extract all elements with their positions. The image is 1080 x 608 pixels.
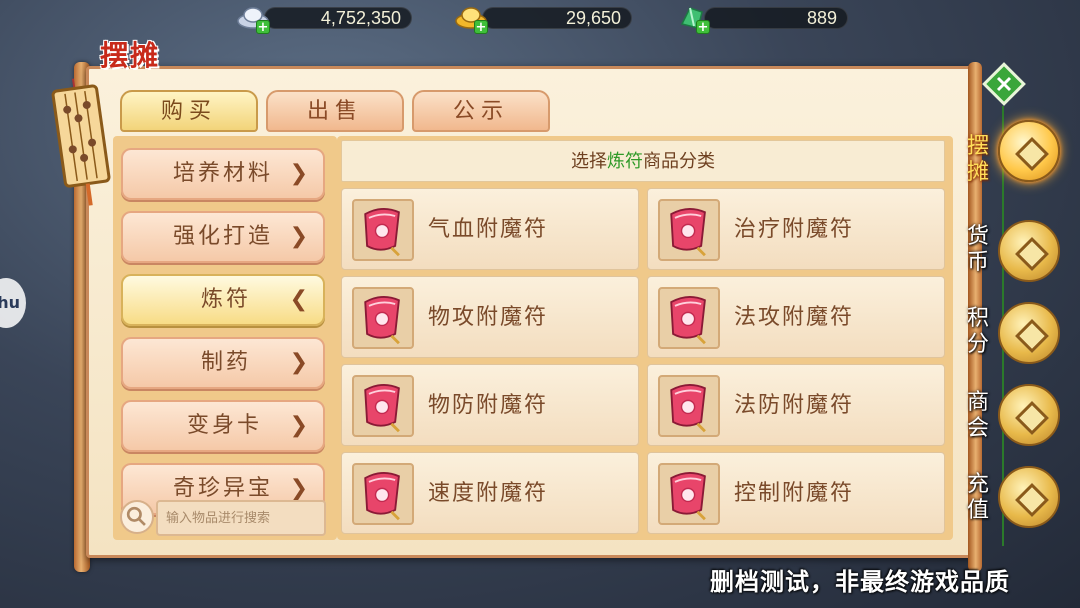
talisman-scroll-icon [658, 287, 720, 349]
add-jade-button[interactable]: + [696, 20, 710, 34]
category-medicine[interactable]: 制药 ❯ [121, 337, 325, 389]
item-name: 治疗附魔符 [734, 217, 855, 242]
talisman-scroll-icon [658, 463, 720, 525]
category-header: 选择炼符商品分类 [341, 140, 945, 182]
nav-recharge-coin-icon[interactable] [998, 466, 1060, 528]
talisman-item-card[interactable]: 气血附魔符 [341, 188, 639, 270]
talisman-scroll-icon [352, 199, 414, 261]
chevron-left-icon: ❮ [289, 287, 311, 312]
item-name: 控制附魔符 [734, 481, 855, 506]
jade-amount: 889 [704, 7, 848, 29]
category-talisman[interactable]: 炼符 ❮ [121, 274, 325, 326]
jade-currency: + 889 [676, 4, 848, 34]
item-name: 气血附魔符 [428, 217, 549, 242]
close-icon[interactable] [982, 62, 1026, 106]
category-label: 变身卡 [187, 413, 263, 438]
talisman-scroll-icon [658, 199, 720, 261]
category-cultivation-materials[interactable]: 培养材料 ❯ [121, 148, 325, 200]
talisman-item-card[interactable]: 法攻附魔符 [647, 276, 945, 358]
category-enhance-forge[interactable]: 强化打造 ❯ [121, 211, 325, 263]
talisman-item-card[interactable]: 物攻附魔符 [341, 276, 639, 358]
chevron-right-icon: ❯ [289, 350, 311, 375]
talisman-scroll-icon [352, 287, 414, 349]
add-silver-button[interactable]: + [256, 20, 270, 34]
tab-buy[interactable]: 购买 [120, 90, 258, 132]
category-label: 强化打造 [173, 224, 274, 249]
chevron-right-icon: ❯ [289, 224, 311, 249]
item-name: 速度附魔符 [428, 481, 549, 506]
gold-amount: 29,650 [482, 7, 632, 29]
search-bar [118, 498, 330, 536]
nav-recharge-label[interactable]: 充值 [960, 472, 996, 524]
nav-stall-coin-icon[interactable] [998, 120, 1060, 182]
test-disclaimer: 删档测试，非最终游戏品质 [710, 568, 1010, 596]
talisman-scroll-icon [352, 375, 414, 437]
chevron-right-icon: ❯ [289, 161, 311, 186]
category-label: 炼符 [201, 287, 252, 312]
tab-public[interactable]: 公示 [412, 90, 550, 132]
tab-sell[interactable]: 出售 [266, 90, 404, 132]
add-gold-button[interactable]: + [474, 20, 488, 34]
talisman-item-card[interactable]: 治疗附魔符 [647, 188, 945, 270]
talisman-item-card[interactable]: 物防附魔符 [341, 364, 639, 446]
search-input[interactable] [156, 500, 326, 536]
gold-currency: + 29,650 [454, 4, 632, 34]
nav-currency-coin-icon[interactable] [998, 220, 1060, 282]
silver-currency: + 4,752,350 [236, 4, 412, 34]
nav-guild-coin-icon[interactable] [998, 384, 1060, 446]
talisman-scroll-icon [352, 463, 414, 525]
nav-guild-label[interactable]: 商会 [960, 390, 996, 442]
talisman-item-card[interactable]: 法防附魔符 [647, 364, 945, 446]
floating-assistant-bubble[interactable]: hu [0, 278, 26, 328]
nav-points-label[interactable]: 积分 [960, 306, 996, 358]
silver-amount: 4,752,350 [264, 7, 412, 29]
category-label: 制药 [201, 350, 252, 375]
item-name: 物防附魔符 [428, 393, 549, 418]
talisman-item-card[interactable]: 速度附魔符 [341, 452, 639, 534]
category-transform-card[interactable]: 变身卡 ❯ [121, 400, 325, 452]
nav-currency-label[interactable]: 货币 [960, 224, 996, 276]
nav-points-coin-icon[interactable] [998, 302, 1060, 364]
stall-title: 摆摊 [100, 39, 161, 72]
search-icon[interactable] [120, 500, 154, 534]
item-name: 物攻附魔符 [428, 305, 549, 330]
category-list[interactable]: 培养材料 ❯ 强化打造 ❯ 炼符 ❮ 制药 ❯ 变身卡 ❯ 奇珍异宝 ❯ [113, 136, 337, 540]
header-highlight: 炼符 [607, 151, 643, 172]
category-label: 培养材料 [173, 161, 274, 186]
item-name: 法防附魔符 [734, 393, 855, 418]
talisman-item-card[interactable]: 控制附魔符 [647, 452, 945, 534]
nav-stall-label[interactable]: 摆摊 [960, 134, 996, 186]
chevron-right-icon: ❯ [289, 413, 311, 438]
item-name: 法攻附魔符 [734, 305, 855, 330]
talisman-scroll-icon [658, 375, 720, 437]
